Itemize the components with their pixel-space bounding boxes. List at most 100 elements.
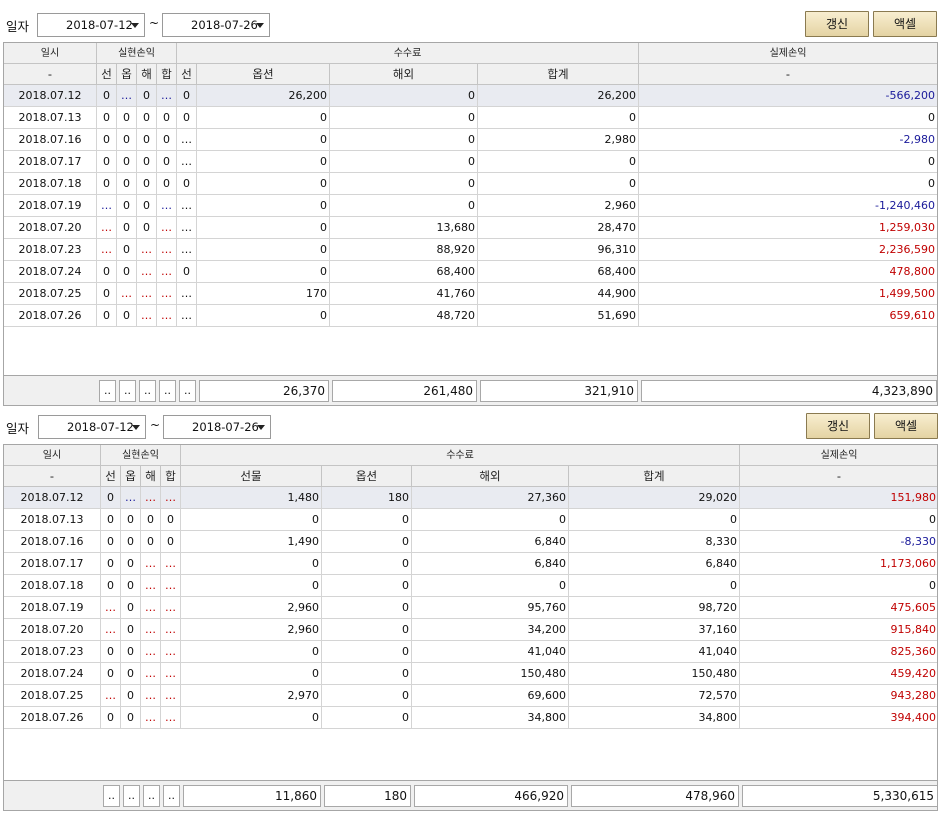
value-cell[interactable]: 0: [197, 195, 330, 217]
realized-cell[interactable]: 0: [101, 663, 121, 685]
realized-cell[interactable]: …: [177, 151, 197, 173]
value-cell[interactable]: 0: [330, 195, 478, 217]
value-cell[interactable]: 0: [197, 129, 330, 151]
realized-cell[interactable]: 0: [137, 195, 157, 217]
date-cell[interactable]: 2018.07.24: [4, 663, 101, 685]
realized-cell[interactable]: 0: [137, 107, 157, 129]
value-cell[interactable]: 0: [330, 151, 478, 173]
value-cell[interactable]: 0: [322, 641, 412, 663]
realized-cell[interactable]: 0: [157, 129, 177, 151]
date-cell[interactable]: 2018.07.26: [4, 707, 101, 729]
value-cell[interactable]: 0: [322, 597, 412, 619]
date-cell[interactable]: 2018.07.13: [4, 509, 101, 531]
date-cell[interactable]: 2018.07.20: [4, 217, 97, 239]
realized-cell[interactable]: …: [157, 239, 177, 261]
value-cell[interactable]: 0: [322, 707, 412, 729]
value-cell[interactable]: 1,480: [181, 487, 322, 509]
realized-cell[interactable]: 0: [157, 107, 177, 129]
value-cell[interactable]: 0: [639, 107, 937, 129]
realized-cell[interactable]: 0: [141, 509, 161, 531]
value-cell[interactable]: 0: [740, 509, 937, 531]
value-cell[interactable]: 0: [322, 509, 412, 531]
value-cell[interactable]: 0: [478, 151, 639, 173]
value-cell[interactable]: 34,200: [412, 619, 569, 641]
value-cell[interactable]: 41,040: [412, 641, 569, 663]
realized-cell[interactable]: 0: [117, 195, 137, 217]
date-cell[interactable]: 2018.07.23: [4, 641, 101, 663]
refresh-button[interactable]: 갱신: [805, 11, 869, 37]
realized-cell[interactable]: 0: [117, 151, 137, 173]
value-cell[interactable]: 44,900: [478, 283, 639, 305]
value-cell[interactable]: 0: [197, 217, 330, 239]
value-cell[interactable]: 2,960: [181, 619, 322, 641]
realized-cell[interactable]: …: [177, 217, 197, 239]
value-cell[interactable]: 943,280: [740, 685, 937, 707]
realized-cell[interactable]: …: [101, 597, 121, 619]
realized-cell[interactable]: 0: [121, 509, 141, 531]
value-cell[interactable]: 0: [412, 575, 569, 597]
realized-cell[interactable]: …: [161, 553, 181, 575]
realized-cell[interactable]: …: [157, 283, 177, 305]
value-cell[interactable]: 478,800: [639, 261, 937, 283]
value-cell[interactable]: 0: [740, 575, 937, 597]
date-cell[interactable]: 2018.07.25: [4, 685, 101, 707]
value-cell[interactable]: 0: [569, 509, 740, 531]
realized-cell[interactable]: 0: [121, 685, 141, 707]
value-cell[interactable]: 0: [412, 509, 569, 531]
value-cell[interactable]: 170: [197, 283, 330, 305]
realized-cell[interactable]: …: [141, 641, 161, 663]
realized-cell[interactable]: 0: [117, 261, 137, 283]
date-from-select[interactable]: 2018-07-12: [38, 415, 146, 439]
realized-cell[interactable]: …: [161, 707, 181, 729]
realized-cell[interactable]: 0: [117, 129, 137, 151]
value-cell[interactable]: 0: [181, 707, 322, 729]
realized-cell[interactable]: 0: [97, 283, 117, 305]
realized-cell[interactable]: 0: [117, 173, 137, 195]
value-cell[interactable]: 0: [322, 619, 412, 641]
value-cell[interactable]: 0: [569, 575, 740, 597]
value-cell[interactable]: 0: [478, 107, 639, 129]
realized-cell[interactable]: 0: [137, 173, 157, 195]
value-cell[interactable]: 0: [322, 685, 412, 707]
value-cell[interactable]: 68,400: [478, 261, 639, 283]
value-cell[interactable]: 0: [322, 531, 412, 553]
value-cell[interactable]: 150,480: [412, 663, 569, 685]
date-cell[interactable]: 2018.07.17: [4, 151, 97, 173]
realized-cell[interactable]: 0: [121, 597, 141, 619]
value-cell[interactable]: 51,690: [478, 305, 639, 327]
value-cell[interactable]: 0: [330, 173, 478, 195]
value-cell[interactable]: -8,330: [740, 531, 937, 553]
fee-grid[interactable]: 일시 실현손익 수수료 실제손익 - 선 옵 해 합 선 옵션 해외 합계 -2018.07.12 0… 0……: [3, 42, 938, 406]
realized-cell[interactable]: …: [161, 685, 181, 707]
realized-cell[interactable]: …: [137, 261, 157, 283]
excel-button[interactable]: 액셀: [873, 11, 937, 37]
realized-cell[interactable]: …: [121, 487, 141, 509]
value-cell[interactable]: 459,420: [740, 663, 937, 685]
value-cell[interactable]: 29,020: [569, 487, 740, 509]
value-cell[interactable]: 37,160: [569, 619, 740, 641]
value-cell[interactable]: 88,920: [330, 239, 478, 261]
value-cell[interactable]: 1,173,060: [740, 553, 937, 575]
realized-cell[interactable]: …: [141, 553, 161, 575]
realized-cell[interactable]: 0: [97, 85, 117, 107]
date-cell[interactable]: 2018.07.18: [4, 173, 97, 195]
realized-cell[interactable]: …: [161, 641, 181, 663]
realized-cell[interactable]: …: [157, 85, 177, 107]
realized-cell[interactable]: 0: [97, 261, 117, 283]
value-cell[interactable]: 0: [197, 305, 330, 327]
realized-cell[interactable]: …: [141, 685, 161, 707]
value-cell[interactable]: 0: [197, 107, 330, 129]
realized-cell[interactable]: 0: [141, 531, 161, 553]
realized-cell[interactable]: 0: [177, 261, 197, 283]
realized-cell[interactable]: …: [137, 305, 157, 327]
value-cell[interactable]: 0: [322, 553, 412, 575]
date-cell[interactable]: 2018.07.19: [4, 597, 101, 619]
value-cell[interactable]: 96,310: [478, 239, 639, 261]
realized-cell[interactable]: 0: [137, 151, 157, 173]
value-cell[interactable]: 0: [330, 129, 478, 151]
value-cell[interactable]: 475,605: [740, 597, 937, 619]
value-cell[interactable]: 0: [181, 553, 322, 575]
realized-cell[interactable]: 0: [117, 239, 137, 261]
value-cell[interactable]: 0: [330, 107, 478, 129]
value-cell[interactable]: 6,840: [412, 553, 569, 575]
